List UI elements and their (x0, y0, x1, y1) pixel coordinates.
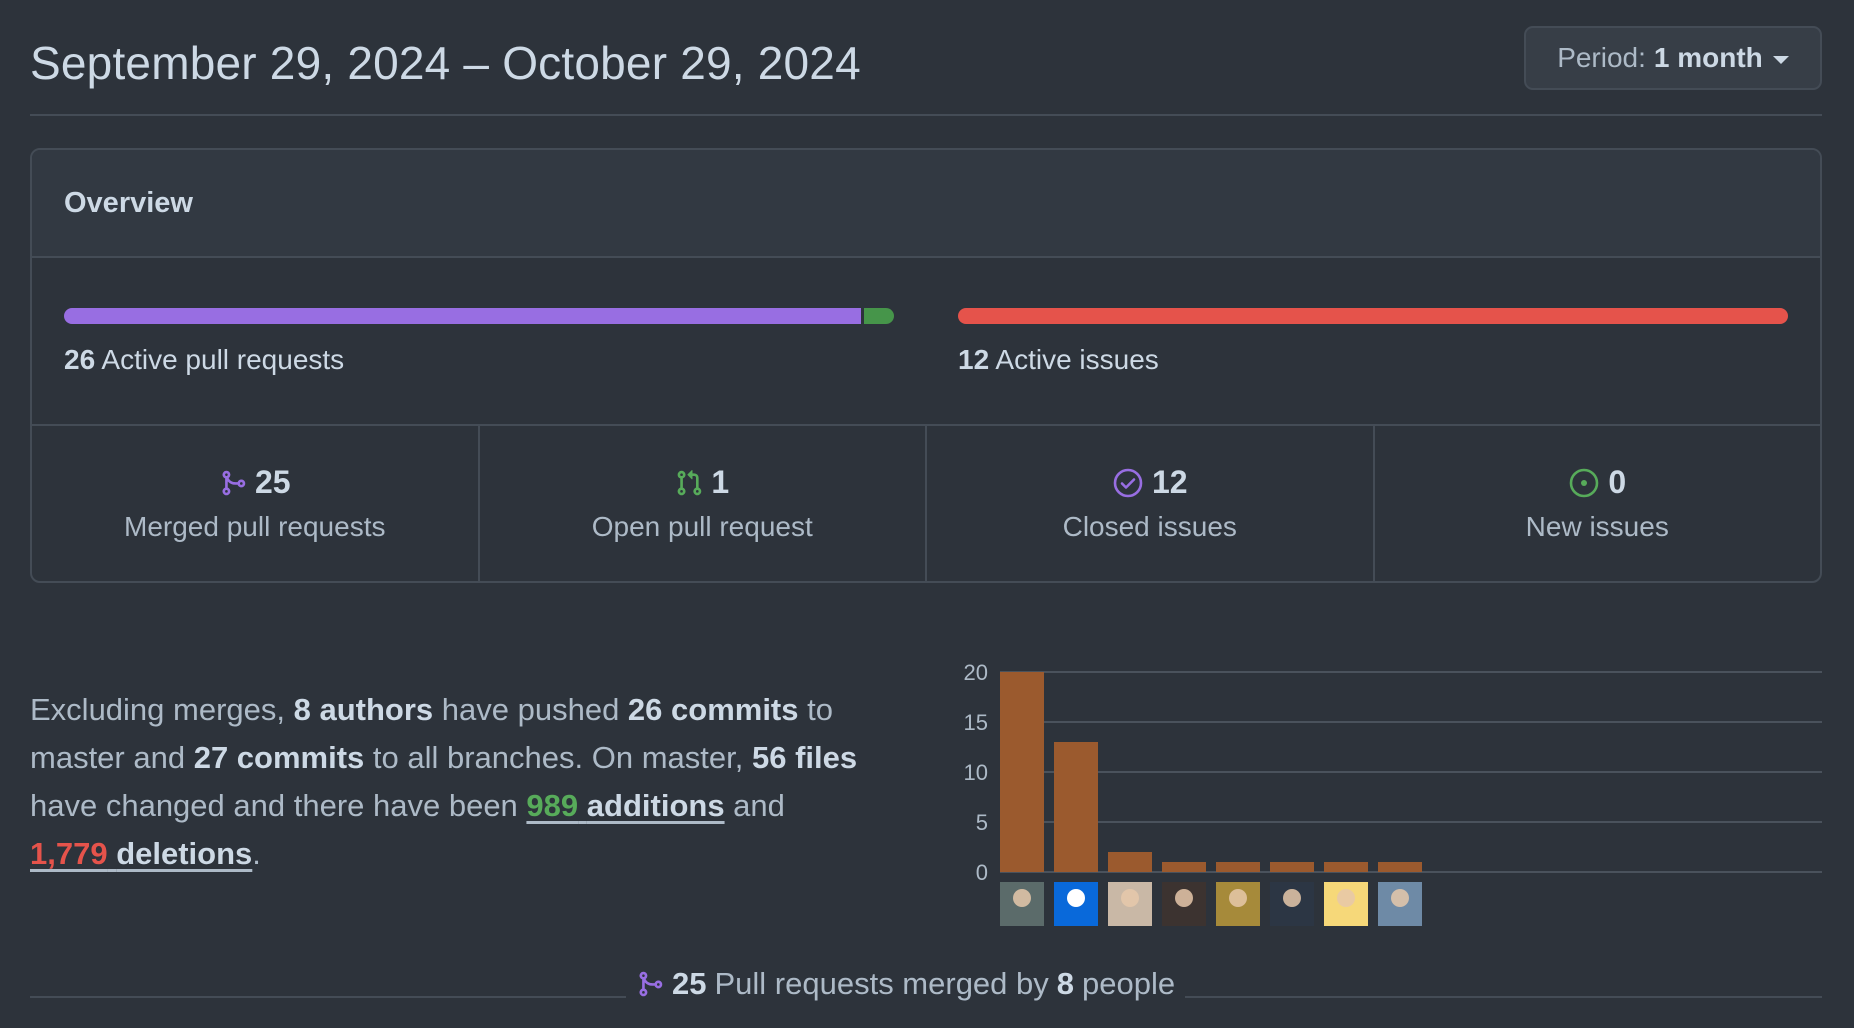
period-dropdown-button[interactable]: Period: 1 month (1524, 26, 1822, 90)
issue-opened-icon (1570, 468, 1599, 497)
summary-text-5: have changed and there have been (30, 788, 527, 823)
deletions-count: 1,779 (30, 836, 108, 871)
active-pull-requests-label[interactable]: 26 Active pull requests (64, 344, 344, 376)
files-changed-count: 56 files (751, 740, 858, 775)
active-pr-text: Active pull requests (101, 344, 345, 375)
contributor-bar[interactable] (1378, 862, 1422, 872)
avatar-figure-icon (1121, 889, 1139, 907)
avatar-figure-icon (1229, 889, 1247, 907)
contributors-chart-svg: 20 15 10 5 0 (964, 660, 1822, 926)
avatar-figure-icon (1337, 889, 1355, 907)
merged-pr-label: Merged pull requests (124, 511, 386, 542)
deletions-link[interactable]: 1,779 deletions (30, 836, 252, 871)
active-pr-count: 26 (64, 344, 96, 375)
merged-pr-fill (64, 308, 861, 324)
contributor-bar[interactable] (1054, 742, 1098, 872)
commit-summary: Excluding merges, 8 authors have pushed … (30, 686, 910, 878)
contributors-bar-chart: 20 15 10 5 0 (930, 650, 1822, 930)
avatar-figure-icon (1175, 889, 1193, 907)
stat-closed-issues[interactable]: 12 Closed issues (927, 426, 1375, 581)
issues-progress-bar[interactable] (958, 308, 1788, 324)
overview-header: Overview (32, 150, 1820, 258)
issue-closed-icon (1113, 468, 1143, 497)
contributor-bar[interactable] (1270, 862, 1314, 872)
merged-by-heading: 25 Pull requests merged by 8 people (626, 966, 1186, 1002)
contributor-bar[interactable] (1000, 672, 1044, 872)
open-pr-count: 1 (711, 464, 730, 500)
stat-new-issues[interactable]: 0 New issues (1375, 426, 1821, 581)
period-value: 1 month (1653, 42, 1763, 73)
active-issues-count: 12 (958, 344, 990, 375)
summary-text-6: and (724, 788, 785, 823)
date-range-title: September 29, 2024 – October 29, 2024 (30, 37, 861, 89)
summary-text-4: to all branches. On master, (364, 740, 752, 775)
open-pr-label: Open pull request (591, 511, 813, 542)
stat-merged-pull-requests[interactable]: 25 Merged pull requests (32, 426, 480, 581)
chart-y-tick-label: 15 (964, 710, 988, 735)
avatar-figure-icon (1013, 889, 1031, 907)
closed-issues-count: 12 (1151, 464, 1188, 500)
additions-word: additions (586, 788, 725, 823)
git-merge-icon (639, 971, 663, 997)
pull-requests-progress-bar[interactable] (64, 308, 894, 324)
summary-text-7: . (252, 836, 261, 871)
avatar-figure-icon (1283, 889, 1301, 907)
additions-link[interactable]: 989 additions (526, 788, 724, 823)
chart-y-tick-label: 20 (964, 660, 988, 685)
master-commits-count: 26 commits (627, 692, 799, 727)
stat-open-pull-request[interactable]: 1 Open pull request (480, 426, 927, 581)
merged-pr-count: 25 (254, 464, 291, 500)
active-issues-label[interactable]: 12 Active issues (958, 344, 1159, 376)
deletions-word: deletions (116, 836, 253, 871)
chart-y-tick-label: 0 (976, 860, 988, 885)
avatar-figure-icon (1391, 889, 1409, 907)
chart-y-tick-label: 5 (976, 810, 988, 835)
overview-panel: Overview 26 Active pull requests 12 Acti… (30, 148, 1822, 583)
footer-merged-count: 25 (672, 966, 707, 1001)
avatar-figure-icon (1067, 889, 1085, 907)
new-issues-count: 0 (1608, 464, 1627, 500)
contributor-bar[interactable] (1108, 852, 1152, 872)
additions-count: 989 (526, 788, 579, 823)
footer-people-count: 8 (1056, 966, 1075, 1001)
page-header: September 29, 2024 – October 29, 2024 Pe… (30, 0, 1822, 116)
activity-bars: 26 Active pull requests 12 Active issues (32, 258, 1820, 426)
contributor-bar[interactable] (1162, 862, 1206, 872)
period-label: Period: (1557, 42, 1646, 73)
summary-text-1: Excluding merges, (30, 692, 294, 727)
closed-issues-label: Closed issues (1062, 511, 1237, 542)
authors-count: 8 authors (293, 692, 434, 727)
footer-text-2: people (1082, 966, 1176, 1001)
new-issues-label: New issues (1525, 511, 1669, 542)
stats-row: 25 Merged pull requests 1 Open pull requ… (32, 426, 1820, 581)
git-merge-icon (222, 470, 246, 495)
caret-down-icon (1772, 56, 1789, 64)
open-pr-fill (863, 308, 894, 324)
overview-title: Overview (64, 186, 193, 219)
summary-text-2: have pushed (433, 692, 628, 727)
all-commits-count: 27 commits (193, 740, 365, 775)
footer-text-1: Pull requests merged by (714, 966, 1049, 1001)
contributor-bar[interactable] (1324, 862, 1368, 872)
git-pull-request-icon (677, 469, 702, 495)
active-issues-text: Active issues (995, 344, 1159, 375)
contributor-bar[interactable] (1216, 862, 1260, 872)
chart-y-tick-label: 10 (964, 760, 988, 785)
